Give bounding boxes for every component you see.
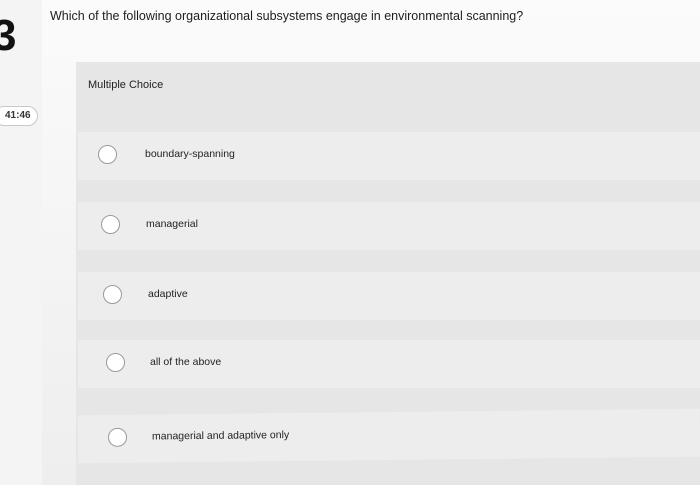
quiz-page: 3 41:46 Which of the following organizat…	[0, 0, 700, 485]
radio-unselected-icon[interactable]	[101, 215, 120, 234]
option-label: adaptive	[148, 288, 188, 300]
left-gutter: 3 41:46	[0, 0, 42, 485]
option-managerial[interactable]: managerial	[78, 202, 700, 250]
multiple-choice-label: Multiple Choice	[88, 79, 164, 91]
option-managerial-and-adaptive-only[interactable]: managerial and adaptive only	[77, 408, 700, 464]
radio-unselected-icon[interactable]	[106, 353, 125, 372]
option-adaptive[interactable]: adaptive	[78, 272, 700, 320]
radio-unselected-icon[interactable]	[98, 145, 117, 164]
radio-unselected-icon[interactable]	[107, 427, 128, 447]
option-boundary-spanning[interactable]: boundary-spanning	[78, 132, 700, 180]
timer-badge: 41:46	[0, 106, 38, 126]
option-label: all of the above	[150, 356, 222, 368]
option-label: managerial	[146, 218, 198, 230]
question-text: Which of the following organizational su…	[50, 9, 524, 23]
option-label: managerial and adaptive only	[151, 429, 290, 443]
radio-unselected-icon[interactable]	[103, 285, 122, 304]
question-number: 3	[0, 11, 17, 60]
option-label: boundary-spanning	[145, 148, 235, 160]
option-all-of-the-above[interactable]: all of the above	[78, 340, 700, 388]
